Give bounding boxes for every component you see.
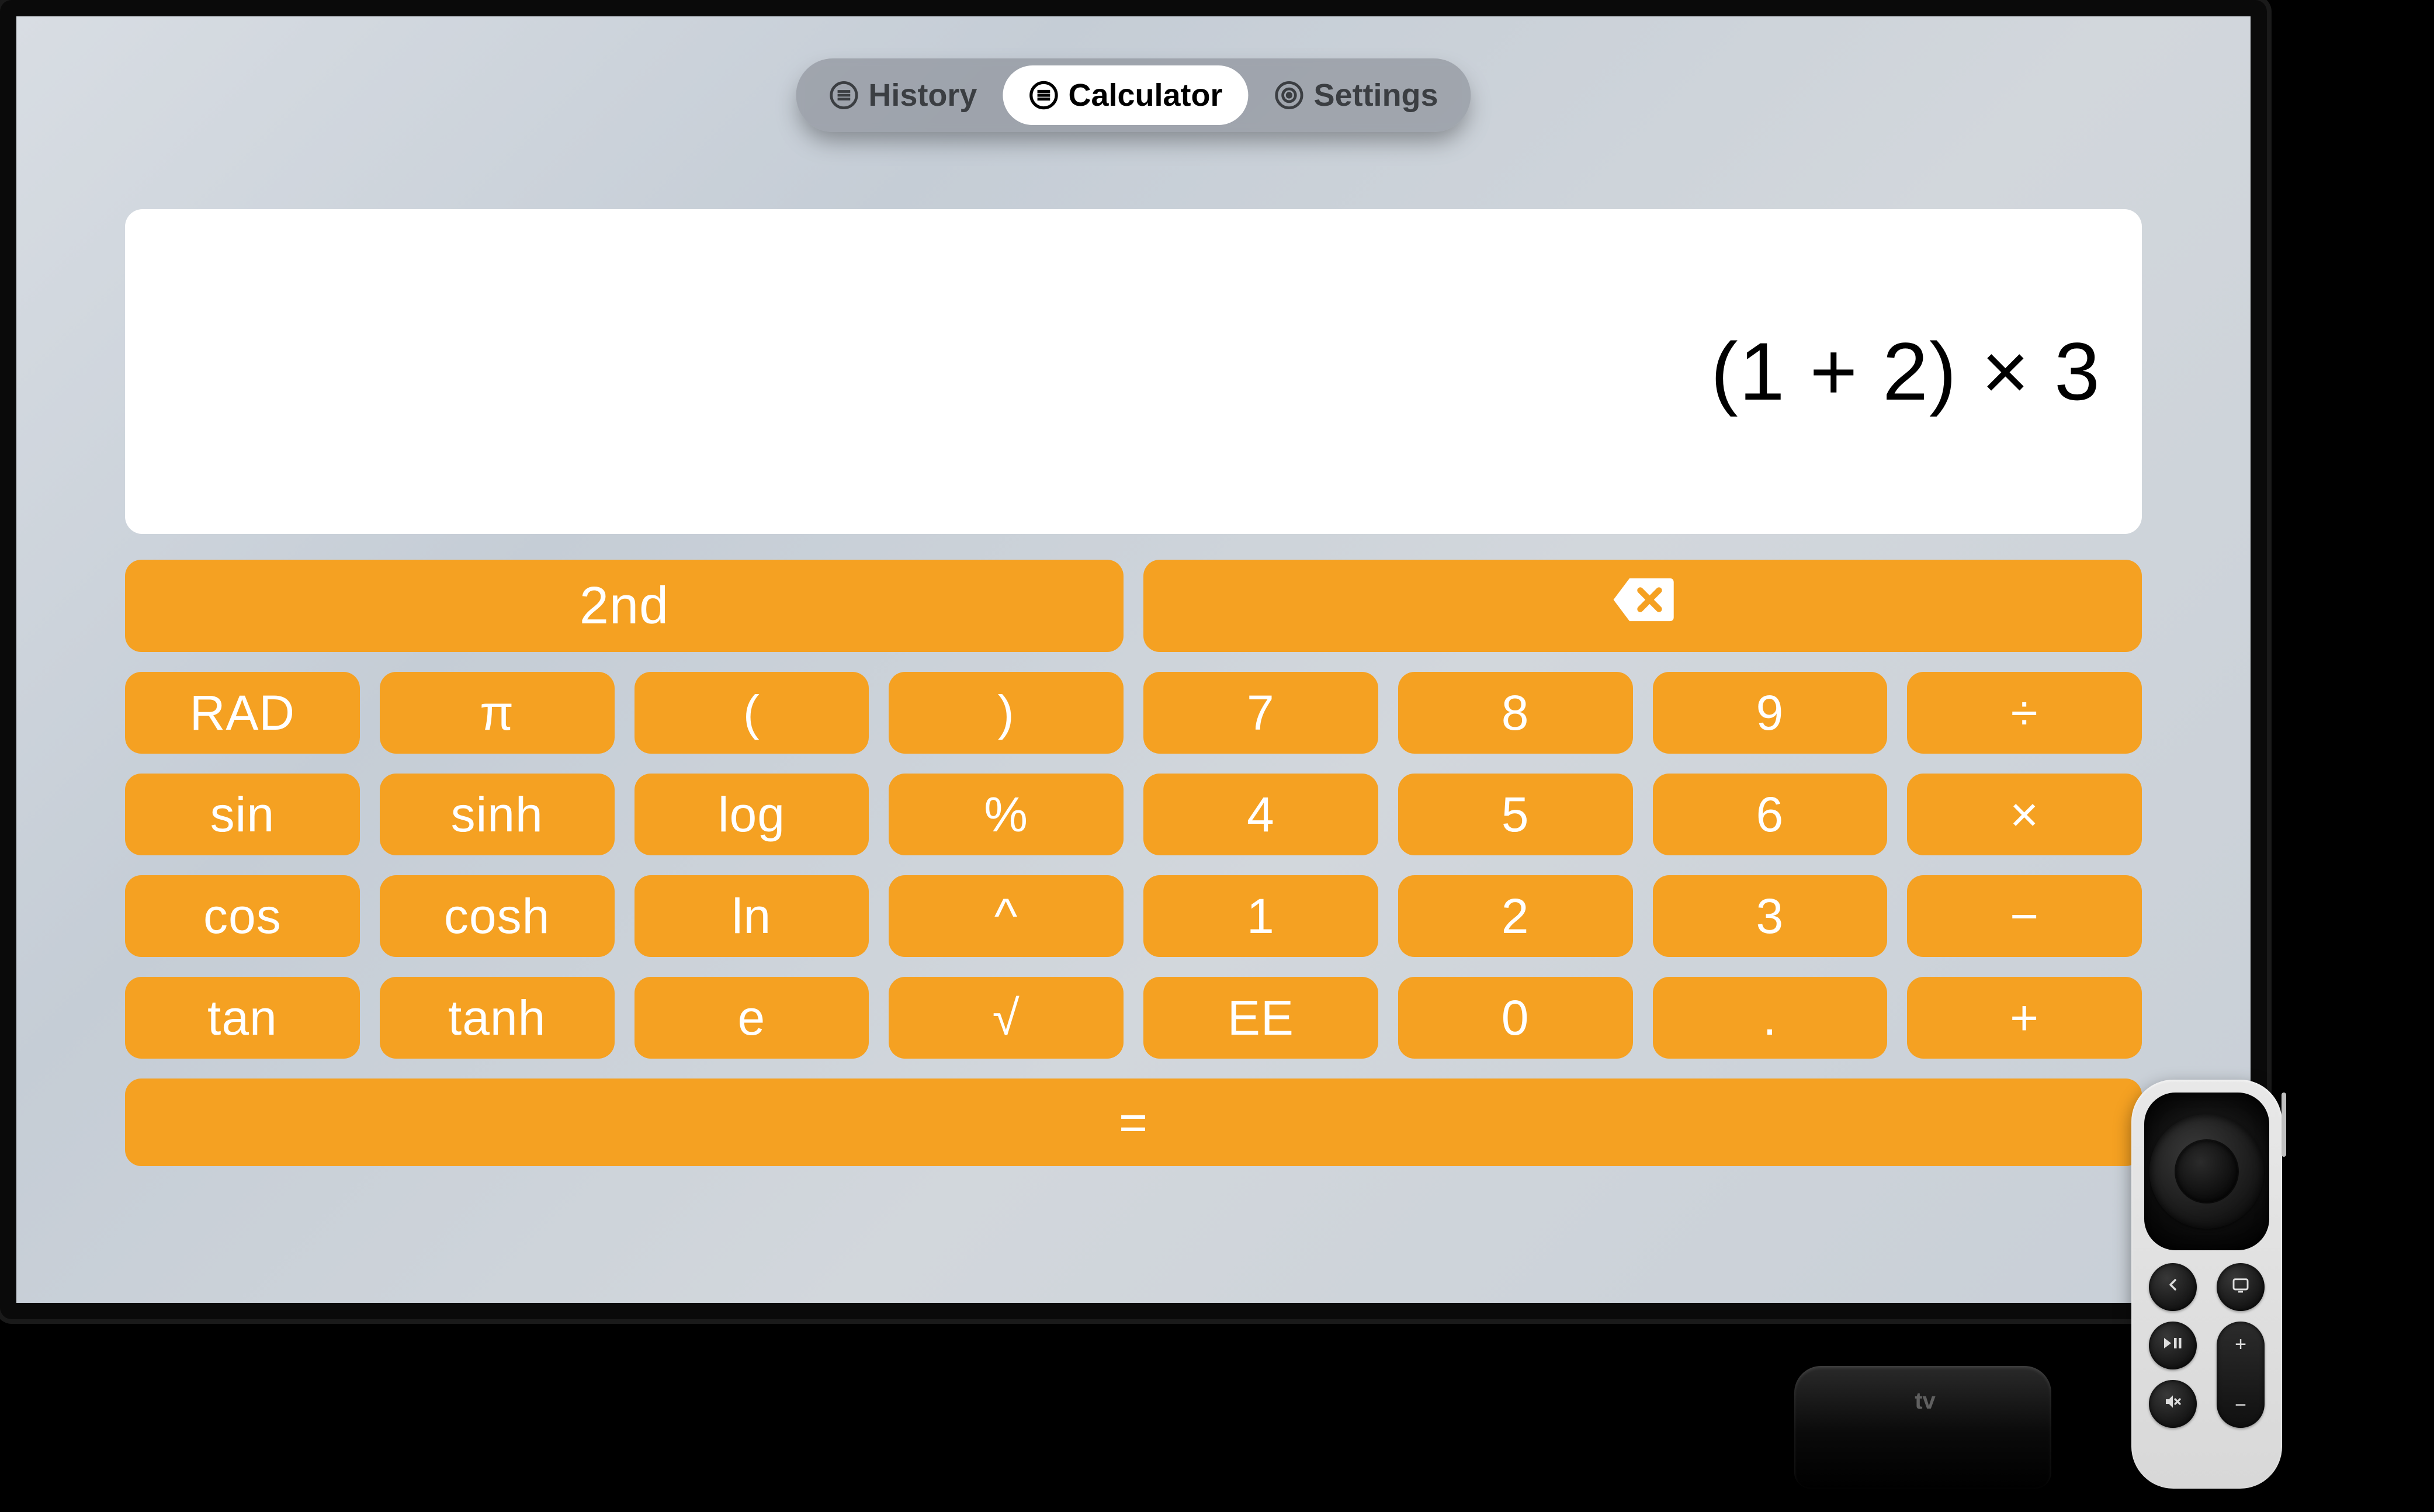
volume-down-icon: − bbox=[2235, 1395, 2246, 1415]
tab-history-label: History bbox=[868, 77, 977, 113]
key-power[interactable]: ^ bbox=[889, 875, 1124, 957]
remote-siri-button[interactable] bbox=[2282, 1093, 2286, 1157]
key-sin[interactable]: sin bbox=[125, 774, 360, 855]
key-sinh[interactable]: sinh bbox=[380, 774, 615, 855]
key-close-paren[interactable]: ) bbox=[889, 672, 1124, 754]
remote-volume-rocker[interactable]: + − bbox=[2217, 1322, 2265, 1428]
volume-up-icon: + bbox=[2235, 1334, 2246, 1354]
key-3[interactable]: 3 bbox=[1653, 875, 1888, 957]
remote-tv-button[interactable] bbox=[2217, 1263, 2265, 1311]
key-backspace[interactable] bbox=[1143, 560, 2142, 652]
backspace-icon bbox=[1611, 575, 1675, 637]
key-7[interactable]: 7 bbox=[1143, 672, 1378, 754]
remote-mute-button[interactable] bbox=[2149, 1380, 2197, 1428]
key-rad[interactable]: RAD bbox=[125, 672, 360, 754]
key-2[interactable]: 2 bbox=[1398, 875, 1633, 957]
key-open-paren[interactable]: ( bbox=[634, 672, 869, 754]
key-tanh[interactable]: tanh bbox=[380, 977, 615, 1059]
apple-tv-logo: tv bbox=[1910, 1389, 1936, 1413]
key-4[interactable]: 4 bbox=[1143, 774, 1378, 855]
tv-frame: History Calculator bbox=[0, 0, 2267, 1319]
key-8[interactable]: 8 bbox=[1398, 672, 1633, 754]
tab-settings[interactable]: Settings bbox=[1249, 65, 1464, 125]
tab-calculator[interactable]: Calculator bbox=[1003, 65, 1248, 125]
key-9[interactable]: 9 bbox=[1653, 672, 1888, 754]
remote-touch-surface[interactable] bbox=[2144, 1093, 2269, 1250]
key-plus[interactable]: + bbox=[1907, 977, 2142, 1059]
mute-icon bbox=[2163, 1392, 2182, 1416]
remote-play-pause-button[interactable] bbox=[2149, 1322, 2197, 1369]
remote-clickpad-ring[interactable] bbox=[2149, 1114, 2264, 1229]
key-pi[interactable]: π bbox=[380, 672, 615, 754]
apple-tv-text: tv bbox=[1915, 1389, 1936, 1413]
key-sqrt[interactable]: √ bbox=[889, 977, 1124, 1059]
remote-back-button[interactable] bbox=[2149, 1263, 2197, 1311]
siri-remote: + − bbox=[2131, 1080, 2282, 1489]
calculator-display: (1 + 2) × 3 bbox=[125, 209, 2142, 534]
play-pause-icon bbox=[2163, 1334, 2183, 1357]
key-cosh[interactable]: cosh bbox=[380, 875, 615, 957]
tv-screen: History Calculator bbox=[16, 16, 2251, 1303]
apple-tv-box: tv bbox=[1794, 1366, 2051, 1489]
key-dot[interactable]: . bbox=[1653, 977, 1888, 1059]
key-divide[interactable]: ÷ bbox=[1907, 672, 2142, 754]
key-equals[interactable]: = bbox=[125, 1078, 2142, 1166]
top-tabs: History Calculator bbox=[796, 58, 1471, 132]
key-1[interactable]: 1 bbox=[1143, 875, 1378, 957]
remote-clickpad-center[interactable] bbox=[2176, 1140, 2238, 1202]
key-minus[interactable]: − bbox=[1907, 875, 2142, 957]
tab-history[interactable]: History bbox=[803, 65, 1003, 125]
key-ee[interactable]: EE bbox=[1143, 977, 1378, 1059]
key-e[interactable]: e bbox=[634, 977, 869, 1059]
expression-text: (1 + 2) × 3 bbox=[1711, 324, 2101, 419]
key-multiply[interactable]: × bbox=[1907, 774, 2142, 855]
tab-settings-label: Settings bbox=[1314, 77, 1438, 113]
settings-icon bbox=[1274, 80, 1305, 110]
tv-icon bbox=[2231, 1275, 2250, 1299]
key-ln[interactable]: ln bbox=[634, 875, 869, 957]
key-2nd[interactable]: 2nd bbox=[125, 560, 1124, 652]
tab-calculator-label: Calculator bbox=[1068, 77, 1222, 113]
key-5[interactable]: 5 bbox=[1398, 774, 1633, 855]
key-0[interactable]: 0 bbox=[1398, 977, 1633, 1059]
calculator-icon bbox=[1028, 80, 1059, 110]
remote-button-grid: + − bbox=[2144, 1263, 2269, 1428]
key-tan[interactable]: tan bbox=[125, 977, 360, 1059]
key-percent[interactable]: % bbox=[889, 774, 1124, 855]
key-cos[interactable]: cos bbox=[125, 875, 360, 957]
key-log[interactable]: log bbox=[634, 774, 869, 855]
back-icon bbox=[2163, 1275, 2182, 1299]
key-6[interactable]: 6 bbox=[1653, 774, 1888, 855]
keypad: 2nd RAD π ( ) 7 8 9 ÷ sin sinh bbox=[125, 560, 2142, 1166]
history-icon bbox=[828, 80, 859, 110]
